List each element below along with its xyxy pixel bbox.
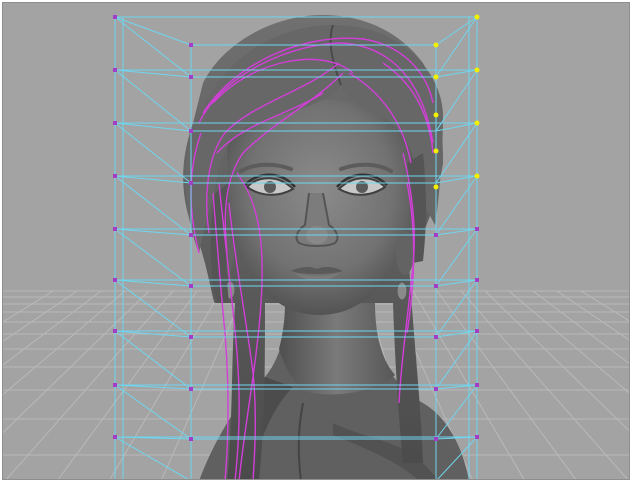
lattice-point-selected [433,184,439,190]
right-ear [396,231,414,275]
lattice-point [189,181,193,185]
lattice-point-selected [474,120,480,126]
lattice-point [434,437,438,441]
right-earring [396,281,408,301]
lattice-point [113,329,117,333]
lattice-point-selected [433,74,439,80]
lattice-point [434,387,438,391]
lattice-point [434,233,438,237]
lattice-point [475,435,479,439]
lattice-point [113,15,117,19]
lattice-point-selected [433,42,439,48]
lattice-point [113,278,117,282]
lattice-point [113,68,117,72]
lattice-point [475,278,479,282]
lattice-point [475,383,479,387]
lattice-point-selected [474,14,480,20]
viewport-canvas[interactable] [3,3,630,480]
lattice-point [113,174,117,178]
lattice-point [189,43,193,47]
lattice-point [189,284,193,288]
lattice-point-selected [474,67,480,73]
lattice-point [434,335,438,339]
lattice-point [189,335,193,339]
lattice-point [475,329,479,333]
lattice-point [113,383,117,387]
lattice-point [113,121,117,125]
lattice-point [189,129,193,133]
lattice-point [113,227,117,231]
lattice-point [189,387,193,391]
lattice-point [113,435,117,439]
lattice-point [189,437,193,441]
lattice-point [475,227,479,231]
lattice-point [434,284,438,288]
lattice-point-selected [433,112,439,118]
lattice-point [189,75,193,79]
lattice-point-selected [433,148,439,154]
lattice-point-selected [474,173,480,179]
lattice-point [189,233,193,237]
maya-viewport[interactable] [2,2,630,480]
